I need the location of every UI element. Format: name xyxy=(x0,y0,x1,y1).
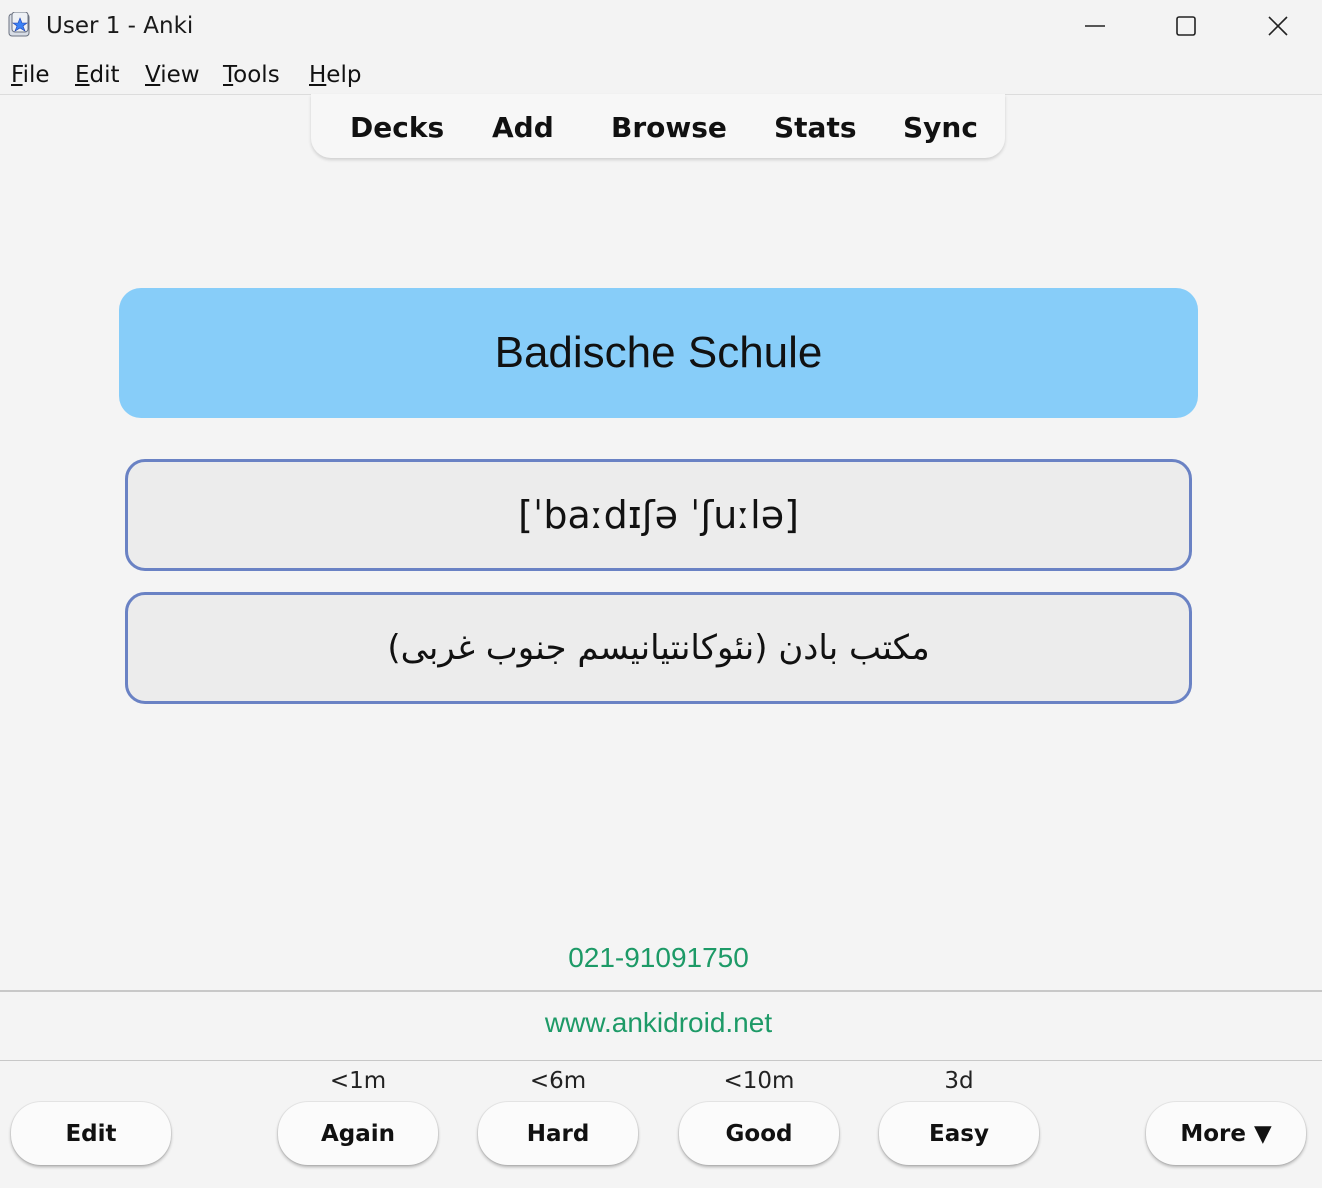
menu-file-label: ile xyxy=(22,62,50,88)
window-title: User 1 - Anki xyxy=(46,13,194,39)
good-button[interactable]: Good xyxy=(679,1102,839,1165)
website-link[interactable]: www.ankidroid.net xyxy=(0,1007,1317,1039)
edit-button[interactable]: Edit xyxy=(11,1102,171,1165)
anki-app-icon xyxy=(8,11,32,38)
menu-view[interactable]: View xyxy=(145,62,200,88)
toolbar-add[interactable]: Add xyxy=(492,111,554,144)
contact-phone: 021-91091750 xyxy=(568,942,749,973)
toolbar-decks[interactable]: Decks xyxy=(350,111,444,144)
menu-edit-label: dit xyxy=(89,62,120,88)
menu-view-accel: V xyxy=(145,62,161,88)
menu-view-label: iew xyxy=(160,62,200,88)
toolbar-stats[interactable]: Stats xyxy=(774,111,857,144)
menu-edit-accel: E xyxy=(75,62,90,88)
menu-tools-accel: T xyxy=(223,62,234,88)
minimize-icon xyxy=(1084,15,1106,37)
main-toolbar: Decks Add Browse Stats Sync xyxy=(311,94,1005,158)
menu-help-label: elp xyxy=(326,62,362,88)
divider xyxy=(0,990,1322,992)
maximize-button[interactable] xyxy=(1140,0,1232,52)
hard-interval: <6m xyxy=(529,1068,587,1094)
menu-file[interactable]: File xyxy=(11,62,50,88)
menu-help-accel: H xyxy=(309,62,327,88)
menu-help[interactable]: Help xyxy=(309,62,361,88)
menu-file-accel: F xyxy=(11,62,23,88)
again-interval: <1m xyxy=(329,1068,387,1094)
menu-tools-label: ools xyxy=(233,62,280,88)
title-bar: User 1 - Anki xyxy=(0,0,1322,52)
menu-edit[interactable]: Edit xyxy=(75,62,120,88)
card-translation: مکتب بادن (نئوکانتیانیسم جنوب غربی) xyxy=(125,592,1192,704)
easy-button[interactable]: Easy xyxy=(879,1102,1039,1165)
minimize-button[interactable] xyxy=(1049,0,1141,52)
menu-bar: File Edit View Tools Help xyxy=(0,52,1322,95)
good-interval: <10m xyxy=(723,1068,795,1094)
toolbar-browse[interactable]: Browse xyxy=(611,111,727,144)
easy-interval: 3d xyxy=(944,1068,974,1094)
close-icon xyxy=(1267,15,1289,37)
hard-button[interactable]: Hard xyxy=(478,1102,638,1165)
maximize-icon xyxy=(1175,15,1197,37)
again-button[interactable]: Again xyxy=(278,1102,438,1165)
more-button[interactable]: More ▼ xyxy=(1146,1102,1306,1165)
card-pronunciation: [ˈbaːdɪʃə ˈʃuːlə] xyxy=(125,459,1192,571)
card-front: Badische Schule xyxy=(119,288,1198,418)
menu-tools[interactable]: Tools xyxy=(223,62,280,88)
answer-bar xyxy=(0,1061,1322,1188)
close-button[interactable] xyxy=(1232,0,1322,52)
toolbar-sync[interactable]: Sync xyxy=(903,111,978,144)
